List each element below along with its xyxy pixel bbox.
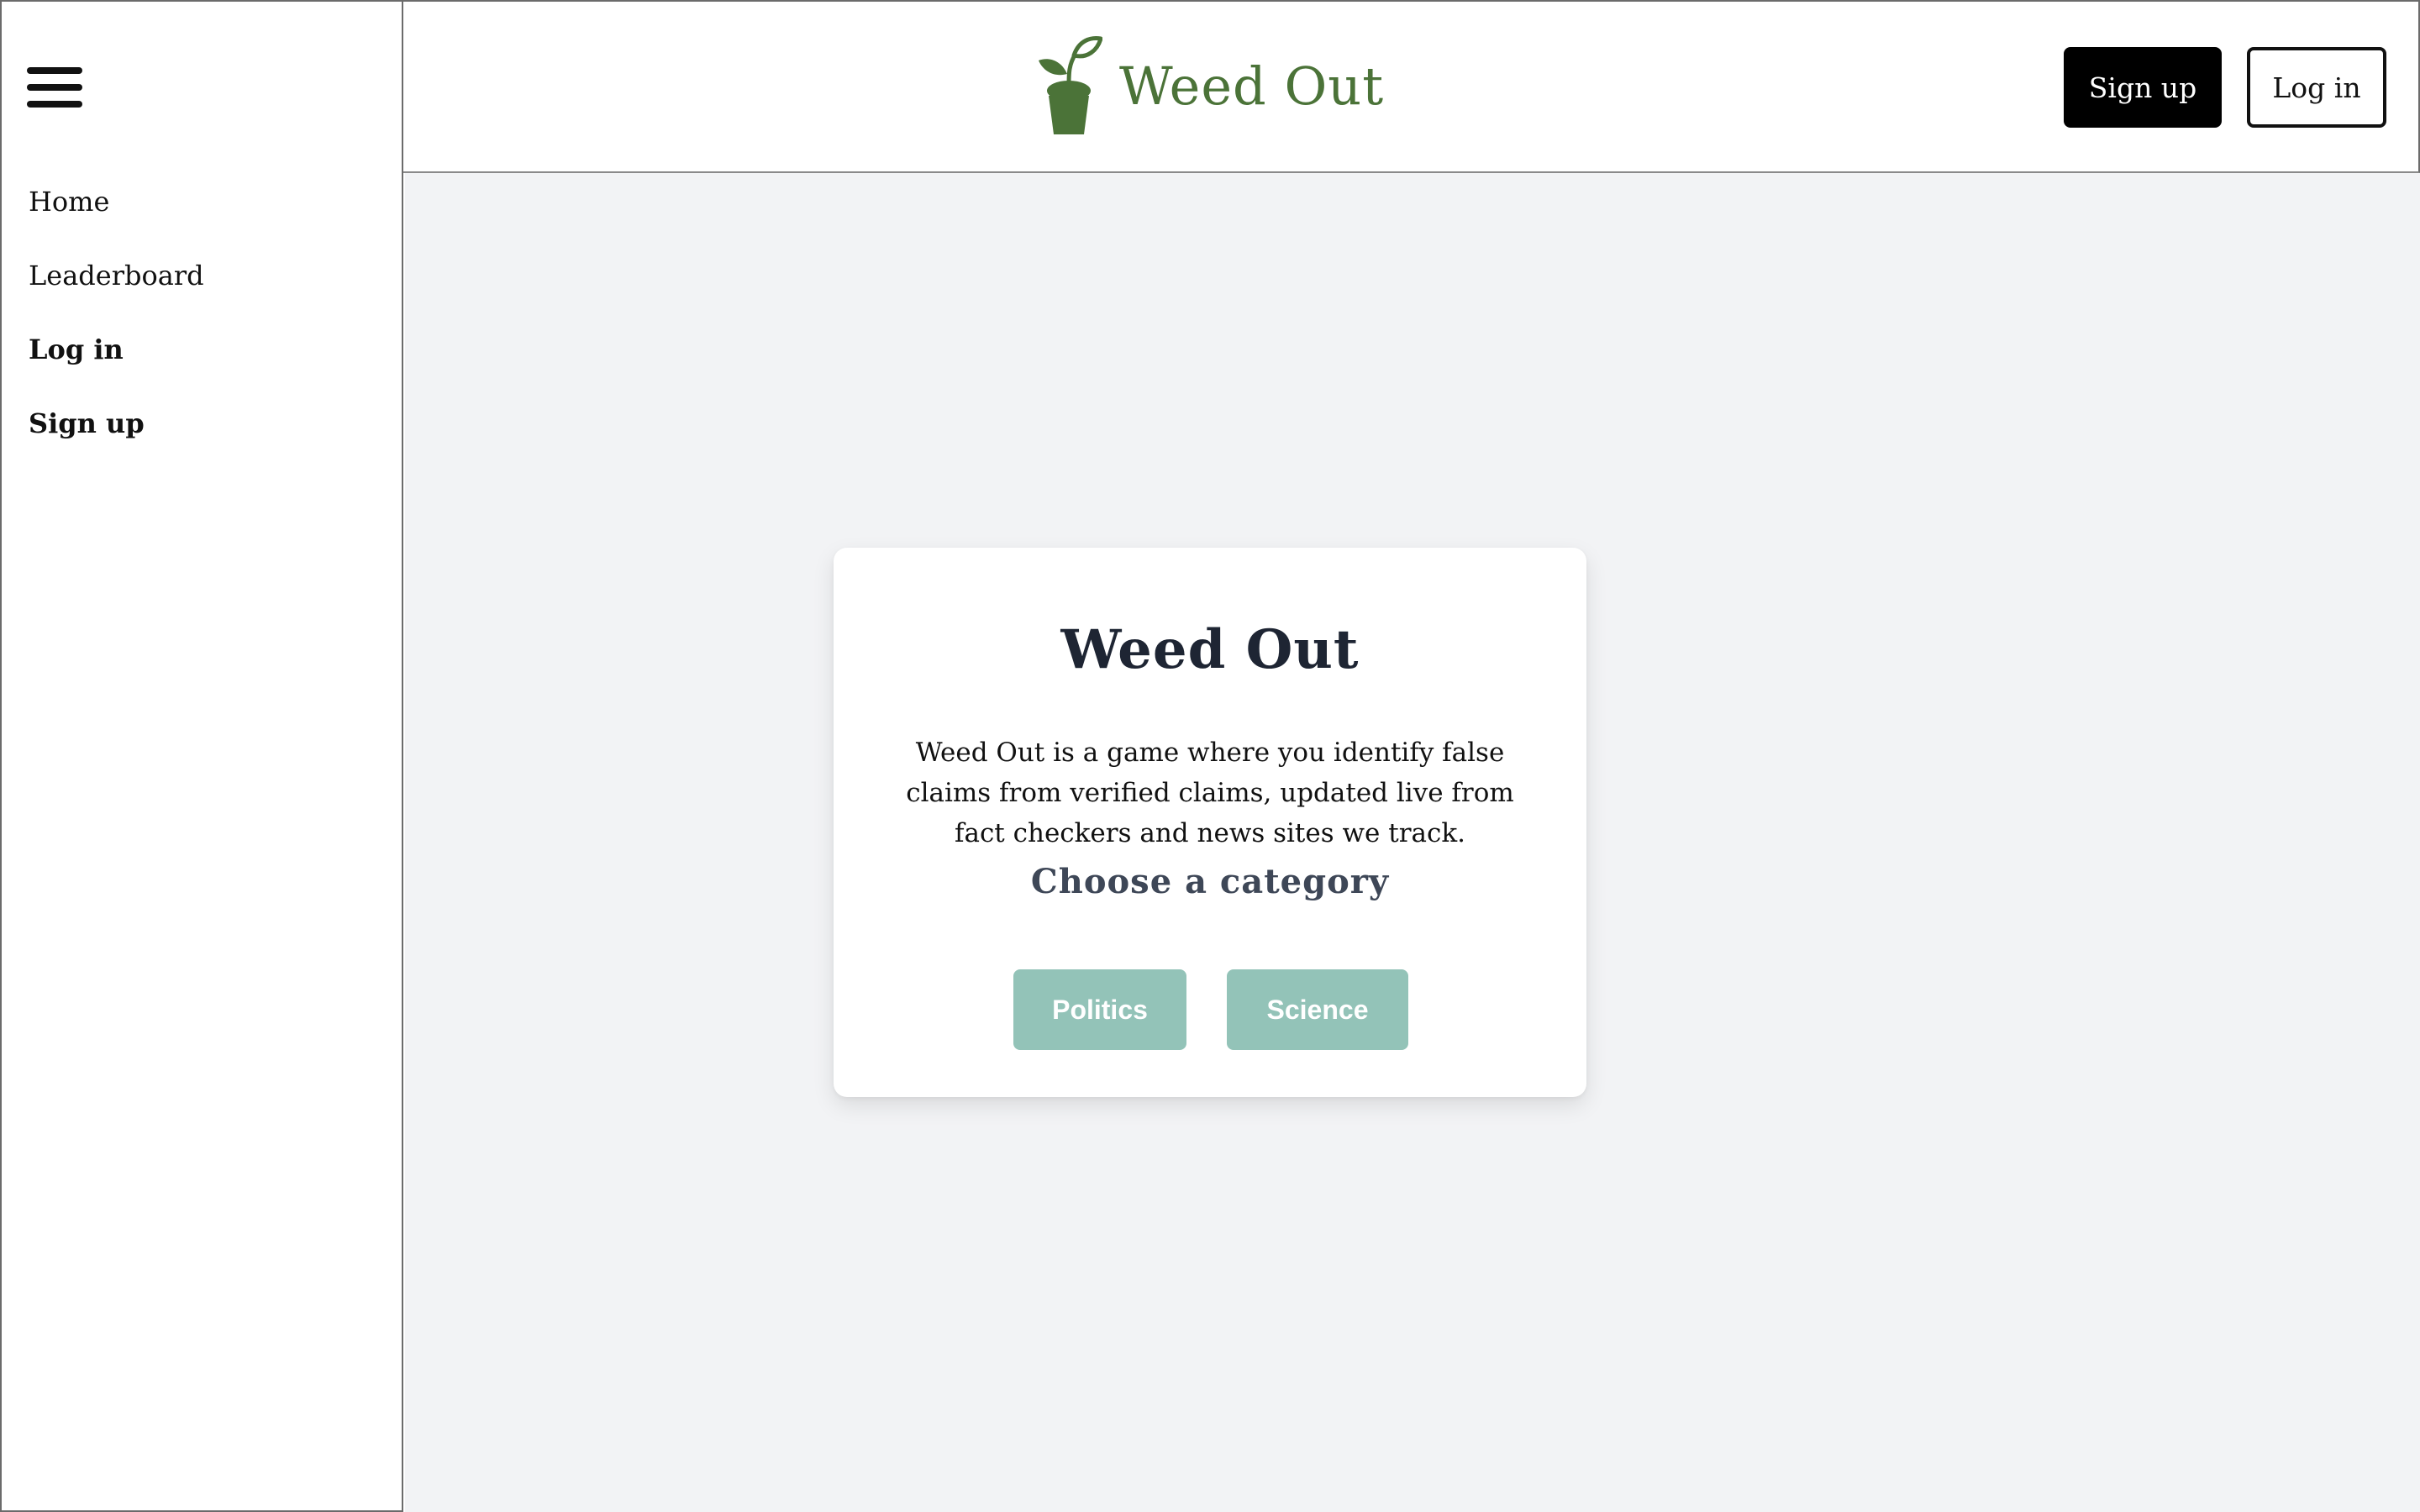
category-science-button[interactable]: Science: [1227, 969, 1408, 1050]
brand[interactable]: Weed Out: [1035, 35, 1384, 136]
hamburger-line: [27, 101, 82, 108]
card-title: Weed Out: [1060, 618, 1360, 681]
log-in-button[interactable]: Log in: [2247, 47, 2386, 128]
top-header: Weed Out Sign up Log in: [403, 0, 2420, 173]
intro-card: Weed Out Weed Out is a game where you id…: [834, 548, 1586, 1097]
app-window: Home Leaderboard Log in Sign up Weed Out…: [0, 0, 2420, 1512]
sprout-pot-icon: [1039, 36, 1102, 134]
brand-name: Weed Out: [1119, 55, 1385, 117]
sidebar: Home Leaderboard Log in Sign up: [0, 0, 403, 1512]
sign-up-button[interactable]: Sign up: [2064, 47, 2222, 128]
sidebar-item-leaderboard[interactable]: Leaderboard: [29, 252, 204, 326]
sidebar-item-home[interactable]: Home: [29, 178, 204, 252]
category-heading: Choose a category: [1030, 862, 1390, 901]
sidebar-nav: Home Leaderboard Log in Sign up: [29, 178, 204, 474]
sidebar-item-log-in[interactable]: Log in: [29, 326, 204, 400]
hamburger-menu-icon[interactable]: [27, 64, 84, 111]
sidebar-item-sign-up[interactable]: Sign up: [29, 400, 204, 474]
hamburger-line: [27, 67, 82, 74]
main-content: Weed Out Weed Out is a game where you id…: [405, 173, 2420, 1512]
hamburger-line: [27, 84, 82, 91]
category-politics-button[interactable]: Politics: [1013, 969, 1186, 1050]
card-description: Weed Out is a game where you identify fa…: [906, 738, 1514, 848]
